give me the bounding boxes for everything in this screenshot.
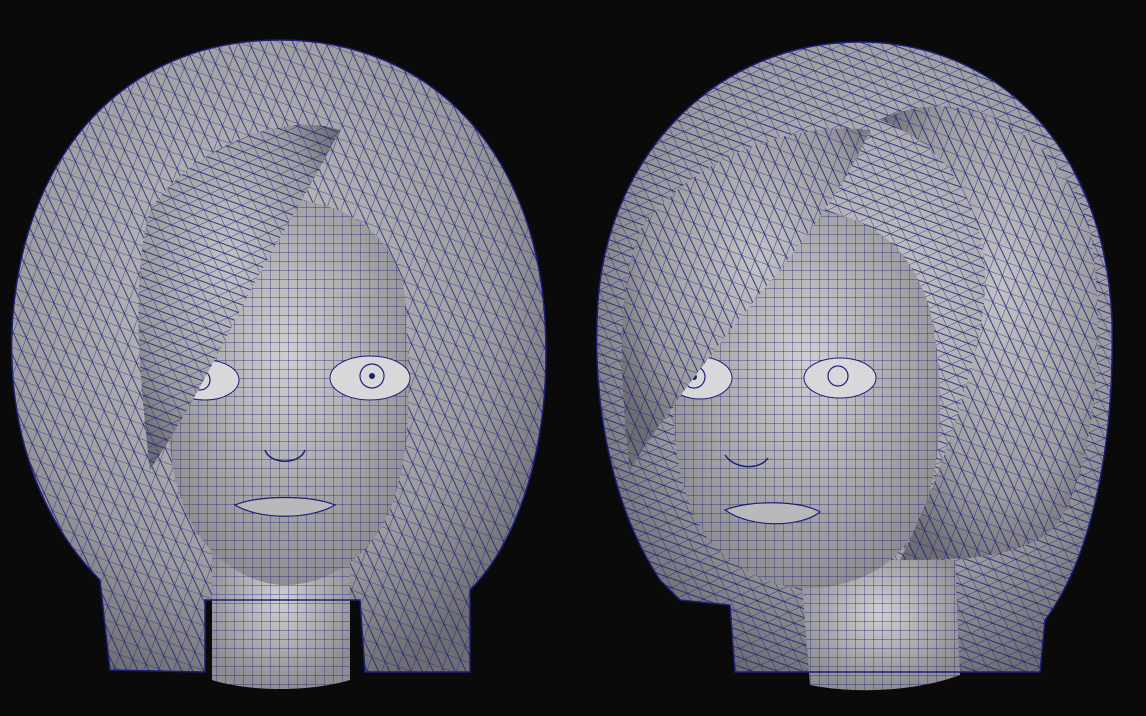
3d-viewport[interactable] (0, 0, 1146, 716)
right-eye (803, 357, 877, 399)
three-quarter-view-head (595, 41, 1113, 691)
wireframe-render (10, 39, 1113, 691)
front-view-head (10, 39, 547, 689)
